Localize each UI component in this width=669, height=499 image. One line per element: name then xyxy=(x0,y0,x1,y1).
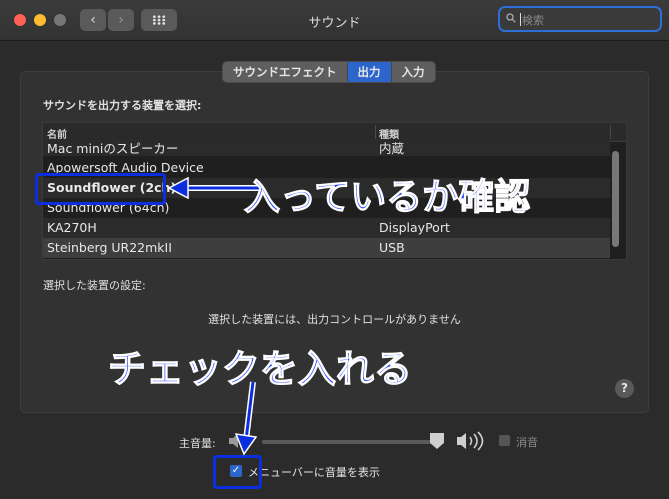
annotation-arrows xyxy=(167,176,262,456)
annotation-check-text: チェックを入れる xyxy=(107,345,413,391)
annotation-verify-text: 入っているか確認 xyxy=(243,175,531,218)
